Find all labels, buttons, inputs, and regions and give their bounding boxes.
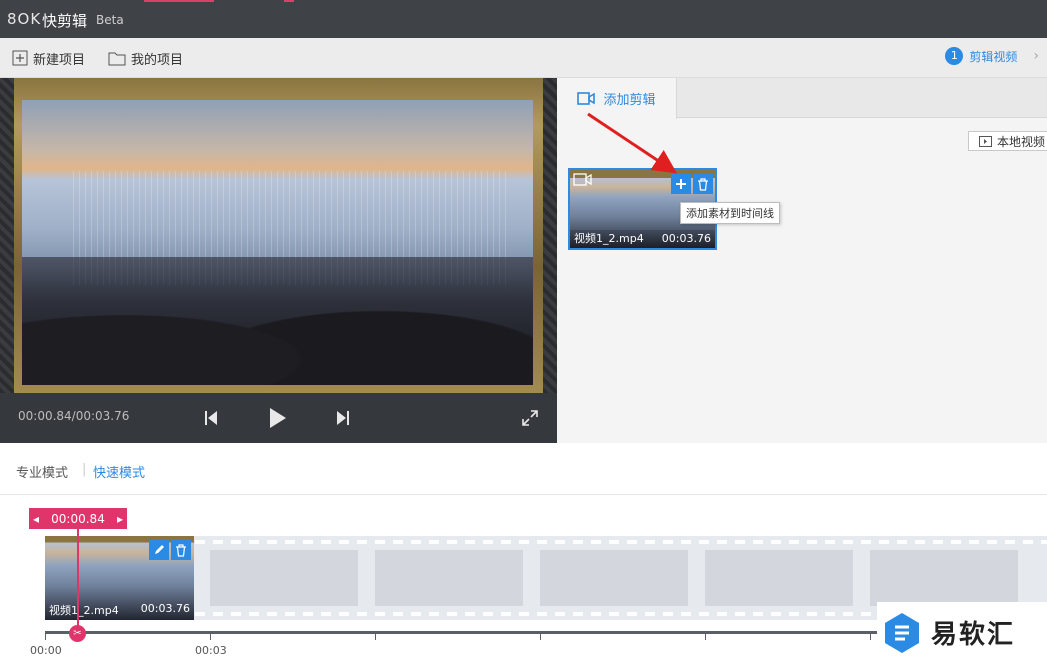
ruler-tick xyxy=(45,634,46,640)
caret-right-icon[interactable]: ▸ xyxy=(117,512,123,526)
video-frame xyxy=(14,78,543,393)
player-controls: 00:00.84/00:03.76 xyxy=(0,393,557,443)
mode-bar: 专业模式 | 快速模式 xyxy=(0,443,1047,495)
annotation-arrow-icon xyxy=(587,112,677,174)
new-project-button[interactable]: 新建项目 xyxy=(12,49,86,68)
skip-forward-icon[interactable] xyxy=(330,405,356,431)
pencil-icon xyxy=(155,545,164,554)
play-icon[interactable] xyxy=(265,405,291,431)
trash-icon xyxy=(176,543,186,557)
title-accent-2 xyxy=(284,0,294,2)
video-preview: 00:00.84/00:03.76 xyxy=(0,78,557,443)
ruler-tick xyxy=(210,634,211,640)
ruler-label-start: 00:00 xyxy=(30,644,62,657)
playhead-time: 00:00.84 xyxy=(51,511,105,526)
toolbar: 新建项目 我的项目 1 剪辑视频 › xyxy=(0,38,1047,78)
scissors-icon[interactable]: ✂ xyxy=(69,625,86,642)
fullscreen-icon[interactable] xyxy=(517,405,543,431)
watermark: 易软汇 xyxy=(877,602,1047,663)
timeline-clip-filename: 视频1_2.mp4 xyxy=(49,604,119,617)
delete-clip-button[interactable] xyxy=(693,174,713,194)
empty-slot xyxy=(870,550,1018,606)
ruler-tick xyxy=(705,634,706,640)
ruler-tick xyxy=(540,634,541,640)
ruler-label-3s: 00:03 xyxy=(195,644,227,657)
playhead-time-tag[interactable]: ◂ 00:00.84 ▸ xyxy=(29,508,127,529)
delete-timeline-clip-button[interactable] xyxy=(171,540,191,560)
clip-filename: 视频1_2.mp4 xyxy=(574,232,644,245)
skip-back-icon[interactable] xyxy=(198,405,224,431)
empty-slot xyxy=(375,550,523,606)
playhead-line[interactable] xyxy=(77,529,79,633)
step-indicator[interactable]: 1 剪辑视频 › xyxy=(945,47,1039,65)
tab-add-clip-label: 添加剪辑 xyxy=(603,93,656,108)
step-label: 剪辑视频 xyxy=(969,49,1018,64)
time-readout: 00:00.84/00:03.76 xyxy=(18,409,130,423)
preview-border-right xyxy=(543,78,557,393)
timeline-clip[interactable]: 视频1_2.mp4 00:03.76 xyxy=(45,536,194,620)
play-box-icon xyxy=(979,135,992,147)
clip-caption: 视频1_2.mp4 00:03.76 xyxy=(570,230,715,248)
crowd xyxy=(22,256,533,385)
local-video-label: 本地视频 xyxy=(997,134,1046,149)
film-perforation-top xyxy=(195,540,1047,544)
folder-icon xyxy=(108,52,126,65)
step-number: 1 xyxy=(945,47,964,65)
app-name: 快剪辑 xyxy=(42,12,88,30)
timeline-clip-caption: 视频1_2.mp4 00:03.76 xyxy=(45,602,194,618)
trash-icon xyxy=(698,177,708,191)
chevron-right-icon: › xyxy=(1033,48,1039,64)
watermark-logo-icon xyxy=(885,612,919,653)
empty-slot xyxy=(540,550,688,606)
ruler-tick xyxy=(870,634,871,640)
empty-slot xyxy=(210,550,358,606)
mode-divider: | xyxy=(82,462,87,477)
plus-box-icon xyxy=(12,50,28,66)
pro-mode-tab[interactable]: 专业模式 xyxy=(16,462,68,481)
clip-duration: 00:03.76 xyxy=(661,232,711,245)
ruler-tick xyxy=(375,634,376,640)
timeline-clip-duration: 00:03.76 xyxy=(140,602,190,615)
quick-mode-tab[interactable]: 快速模式 xyxy=(93,462,145,481)
local-video-button[interactable]: 本地视频 xyxy=(968,131,1047,151)
title-bar: 8OK 快剪辑 Beta xyxy=(0,0,1047,38)
preview-border-left xyxy=(0,78,14,393)
beta-badge: Beta xyxy=(96,13,124,27)
my-projects-button[interactable]: 我的项目 xyxy=(108,49,184,68)
app-logo: 8OK xyxy=(7,10,42,28)
caret-left-icon[interactable]: ◂ xyxy=(33,512,39,526)
new-project-label: 新建项目 xyxy=(33,52,86,68)
my-projects-label: 我的项目 xyxy=(131,52,184,68)
title-accent xyxy=(144,0,214,2)
add-to-timeline-tooltip: 添加素材到时间线 xyxy=(680,202,780,224)
edit-clip-button[interactable] xyxy=(149,540,169,560)
video-camera-icon xyxy=(577,92,596,105)
video-image xyxy=(22,100,533,385)
empty-slot xyxy=(705,550,853,606)
watermark-text: 易软汇 xyxy=(931,620,1016,650)
